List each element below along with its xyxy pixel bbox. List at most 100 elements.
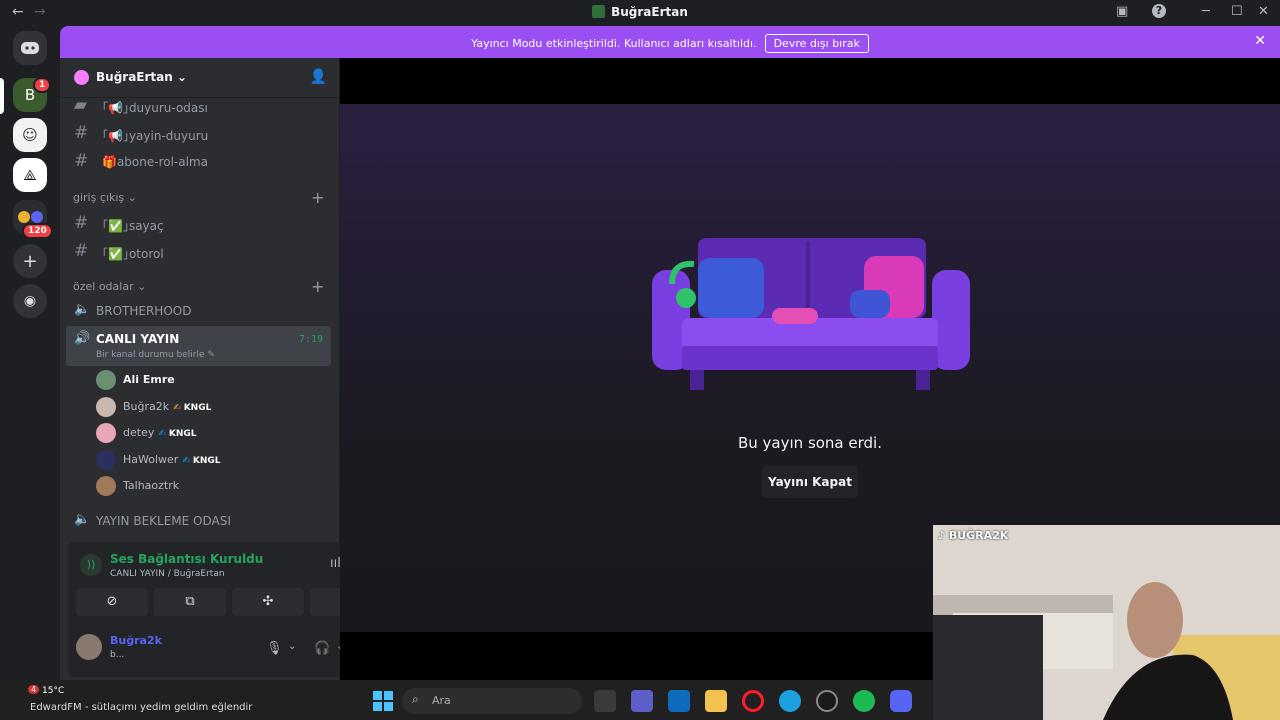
server-notification-badge: 1: [33, 77, 52, 93]
create-channel-icon[interactable]: +: [311, 188, 324, 207]
search-placeholder: Ara: [432, 694, 451, 707]
webcam-feed: [933, 525, 1280, 720]
teams-icon[interactable]: [631, 690, 653, 712]
speaker-icon: 🔈: [74, 512, 91, 527]
weather-badge: 4: [28, 685, 40, 694]
member-tag: ✍ KNGL: [182, 456, 221, 466]
user-avatar[interactable]: [76, 634, 102, 660]
activities-button[interactable]: ✣: [232, 588, 304, 616]
close-stream-button[interactable]: Yayını Kapat: [762, 466, 858, 498]
server-avatar-2[interactable]: ☺: [13, 118, 47, 152]
discord-taskbar-icon[interactable]: [890, 690, 912, 712]
windows-taskbar: 4 15°C EdwardFM - sütlaçımı yedim geldim…: [0, 680, 933, 720]
window-title-text: BuğraErtan: [611, 5, 688, 19]
store-icon[interactable]: [668, 690, 690, 712]
edge-icon[interactable]: [779, 690, 801, 712]
member-tag: ✍ KNGL: [158, 429, 197, 439]
avatar: [96, 397, 116, 417]
stream-ended-message: Bu yayın sona erdi.: [737, 434, 882, 452]
avatar: [96, 476, 116, 496]
category-label: giriş çıkış: [73, 191, 125, 204]
search-icon: ⌕: [412, 692, 419, 706]
window-titlebar: ← → BuğraErtan ▣ ? ─ ☐ ✕: [0, 0, 1280, 26]
category-giris-cikis[interactable]: giriş çıkış ⌄ +: [73, 188, 324, 207]
disable-streamer-mode-button[interactable]: Devre dışı bırak: [764, 34, 869, 53]
server-rail: B 1 ☺ ⟁ 120 + ◉: [0, 26, 60, 680]
chevron-down-icon[interactable]: ⌄: [288, 641, 296, 652]
voice-channel-label: YAYIN BEKLEME ODASI: [96, 514, 231, 528]
user-status: b...: [110, 650, 125, 660]
server-avatar-3[interactable]: ⟁: [13, 158, 47, 192]
member-name: detey: [123, 426, 155, 439]
hash-icon: #: [74, 241, 89, 261]
channel-status-prompt[interactable]: Bir kanal durumu belirle ✎: [96, 350, 215, 360]
voice-channel-label: CANLI YAYIN: [96, 332, 180, 346]
headphones-icon[interactable]: 🎧: [314, 641, 330, 656]
webcam-overlay-text: BUĞRA2K: [948, 529, 1009, 542]
minimize-icon[interactable]: ─: [1202, 4, 1210, 19]
windows-start-icon[interactable]: [372, 690, 394, 712]
category-ozel-odalar[interactable]: özel odalar ⌄ +: [73, 277, 324, 296]
channel-status-text: Bir kanal durumu belirle: [96, 350, 205, 360]
opera-icon[interactable]: [742, 690, 764, 712]
speaker-icon: 🔈: [74, 302, 91, 317]
member-tag-text: KNGL: [192, 456, 221, 466]
channel-otorol[interactable]: # ｢✅｣otorol: [66, 238, 331, 266]
maximize-icon[interactable]: ☐: [1231, 4, 1243, 19]
voice-elapsed-time: 7:19: [298, 334, 323, 345]
avatar: [96, 370, 116, 390]
invite-people-icon[interactable]: 👤: [310, 69, 327, 85]
banner-close-icon[interactable]: ✕: [1254, 33, 1266, 49]
inbox-icon[interactable]: ▣: [1116, 4, 1128, 19]
channel-label: 🎁abone-rol-alma: [102, 155, 208, 169]
obs-icon[interactable]: [816, 690, 838, 712]
spotify-icon[interactable]: [853, 690, 875, 712]
channel-yayin-duyuru[interactable]: # ｢📢｣yayin-duyuru: [66, 120, 331, 148]
microphone-icon[interactable]: 🎙: [266, 641, 283, 656]
member-name: Ali Emre: [123, 373, 175, 386]
webcam-overlay: ♪ BUĞRA2K: [933, 525, 1280, 720]
channel-sayac[interactable]: # ｢✅｣sayaç: [66, 210, 331, 238]
hash-icon: #: [74, 213, 89, 233]
task-view-icon[interactable]: [594, 690, 616, 712]
screen-share-button[interactable]: ⧉: [154, 588, 226, 616]
active-server-pill: [0, 78, 4, 114]
category-label: özel odalar: [73, 280, 134, 293]
file-explorer-icon[interactable]: [705, 690, 727, 712]
discord-home-icon[interactable]: [13, 31, 47, 65]
speaker-icon: 🔊: [74, 331, 91, 346]
member-name: Buğra2k: [123, 400, 170, 413]
voice-status[interactable]: Ses Bağlantısı Kuruldu: [110, 552, 263, 566]
hash-icon: #: [74, 151, 89, 171]
voice-channel-brotherhood[interactable]: 🔈 BROTHERHOOD: [66, 296, 331, 326]
voice-channel-path[interactable]: CANLI YAYIN / BuğraErtan: [110, 569, 225, 579]
add-server-icon[interactable]: +: [13, 244, 47, 278]
create-channel-icon[interactable]: +: [311, 277, 324, 296]
help-icon[interactable]: ?: [1152, 4, 1166, 18]
hash-icon: #: [74, 123, 89, 143]
voice-channel-canli-yayin[interactable]: 🔊 CANLI YAYIN Bir kanal durumu belirle ✎…: [66, 326, 331, 366]
weather-temp[interactable]: 15°C: [42, 686, 64, 696]
server-name-text: BuğraErtan: [96, 70, 173, 84]
server-guild-icon: [74, 70, 89, 85]
window-title: BuğraErtan: [0, 5, 1280, 19]
channel-sidebar: BuğraErtan ⌄ 👤 ▰ ｢📢｣duyuru-odası # ｢📢｣yayi…: [60, 58, 392, 680]
close-window-icon[interactable]: ✕: [1258, 4, 1269, 19]
webcam-overlay-label: ♪ BUĞRA2K: [938, 529, 1009, 542]
voice-channel-label: BROTHERHOOD: [96, 304, 192, 318]
voice-channel-yayin-bekleme[interactable]: 🔈 YAYIN BEKLEME ODASI: [66, 506, 331, 536]
channel-duyuru-odasi[interactable]: ▰ ｢📢｣duyuru-odası: [66, 92, 331, 120]
channel-abone-rol-alma[interactable]: # 🎁abone-rol-alma: [66, 148, 331, 176]
user-name[interactable]: Buğra2k: [110, 634, 162, 647]
now-playing-text: EdwardFM - sütlaçımı yedim geldim eğlend…: [30, 702, 253, 713]
channel-label: ｢✅｣sayaç: [102, 219, 164, 233]
streamer-mode-banner: Yayıncı Modu etkinleştirildi. Kullanıcı …: [60, 26, 1280, 58]
channel-label: ｢✅｣otorol: [102, 247, 164, 261]
taskbar-search[interactable]: ⌕ Ara: [402, 688, 582, 714]
camera-off-button[interactable]: ⊘: [76, 588, 148, 616]
announcement-icon: ▰: [74, 95, 88, 115]
server-icon: [592, 5, 606, 18]
member-name: HaWolwer: [123, 453, 179, 466]
signal-icon[interactable]: )): [80, 554, 102, 576]
discover-icon[interactable]: ◉: [13, 284, 47, 318]
